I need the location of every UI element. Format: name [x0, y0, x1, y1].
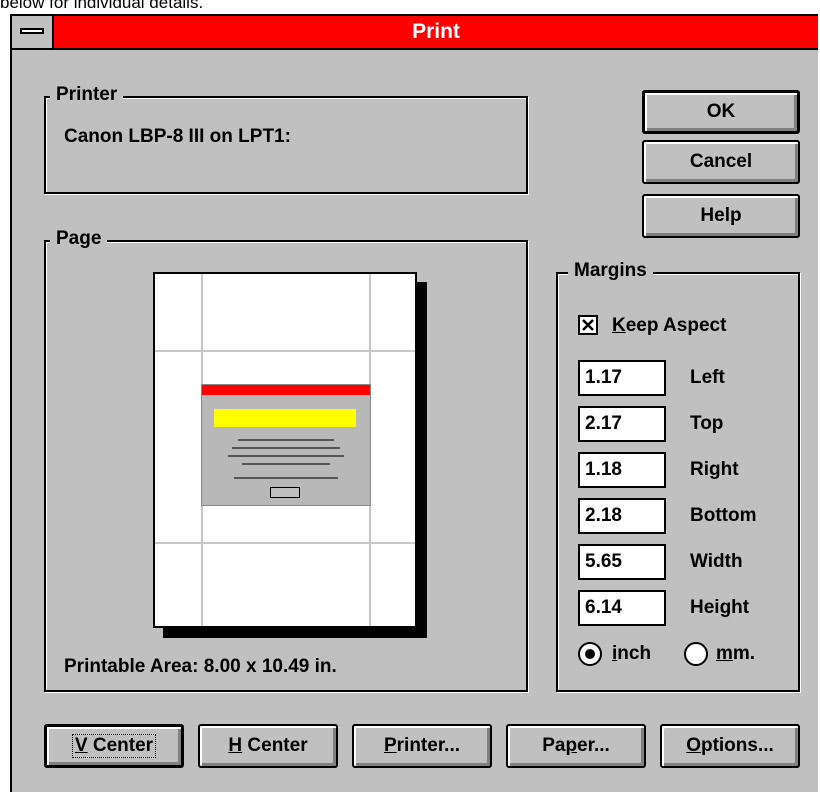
width-field[interactable]: 5.65: [578, 544, 666, 580]
help-button[interactable]: Help: [642, 194, 800, 238]
keep-aspect-label[interactable]: Keep Aspect: [612, 314, 726, 338]
height-label: Height: [690, 597, 750, 618]
mm-radio[interactable]: [684, 642, 708, 666]
keep-aspect-rest: eep Aspect: [625, 315, 727, 336]
bottom-margin-label: Bottom: [690, 505, 757, 526]
margins-group-label: Margins: [568, 260, 653, 282]
page-thumbnail: [201, 384, 371, 506]
background-document-text: below for individual details.: [0, 0, 204, 12]
inch-radio[interactable]: [578, 642, 602, 666]
window-title: Print: [412, 20, 460, 43]
keep-aspect-checkbox[interactable]: [578, 315, 598, 335]
page-group-label: Page: [50, 228, 108, 250]
left-margin-field[interactable]: 1.17: [578, 360, 666, 396]
paper-button-text: Paper...: [542, 735, 610, 756]
paper-button[interactable]: Paper...: [506, 724, 646, 768]
mm-mnemonic: m: [716, 643, 733, 664]
width-label: Width: [690, 551, 743, 572]
cancel-button[interactable]: Cancel: [642, 140, 800, 184]
printer-group-label: Printer: [50, 84, 124, 106]
options-button[interactable]: Options...: [660, 724, 800, 768]
print-dialog: Print Printer Canon LBP-8 III on LPT1: P…: [10, 14, 818, 792]
left-margin-label: Left: [690, 367, 725, 388]
check-x-icon: [582, 319, 594, 331]
right-margin-label: Right: [690, 459, 739, 480]
page-preview: [153, 272, 417, 628]
top-margin-label: Top: [690, 413, 724, 434]
mm-rest: m.: [732, 643, 756, 664]
options-button-text: Options...: [686, 735, 774, 756]
mm-label[interactable]: mm.: [716, 642, 755, 666]
v-center-button-text: V Center: [71, 734, 157, 758]
printable-area-text: Printable Area: 8.00 x 10.49 in.: [64, 656, 337, 677]
top-margin-field[interactable]: 2.17: [578, 406, 666, 442]
height-field[interactable]: 6.14: [578, 590, 666, 626]
printer-button[interactable]: Printer...: [352, 724, 492, 768]
system-menu-icon[interactable]: [12, 16, 54, 48]
title-bar: Print: [12, 16, 818, 50]
right-margin-field[interactable]: 1.18: [578, 452, 666, 488]
h-center-button[interactable]: H Center: [198, 724, 338, 768]
inch-label[interactable]: inch: [612, 642, 651, 666]
v-center-button[interactable]: V Center: [44, 724, 184, 768]
bottom-margin-field[interactable]: 2.18: [578, 498, 666, 534]
printer-button-text: Printer...: [383, 735, 461, 756]
inch-rest: nch: [617, 643, 652, 664]
keep-aspect-mnemonic: K: [612, 315, 626, 336]
h-center-button-text: H Center: [228, 735, 308, 756]
printer-name: Canon LBP-8 III on LPT1:: [64, 126, 291, 147]
ok-button[interactable]: OK: [642, 90, 800, 134]
